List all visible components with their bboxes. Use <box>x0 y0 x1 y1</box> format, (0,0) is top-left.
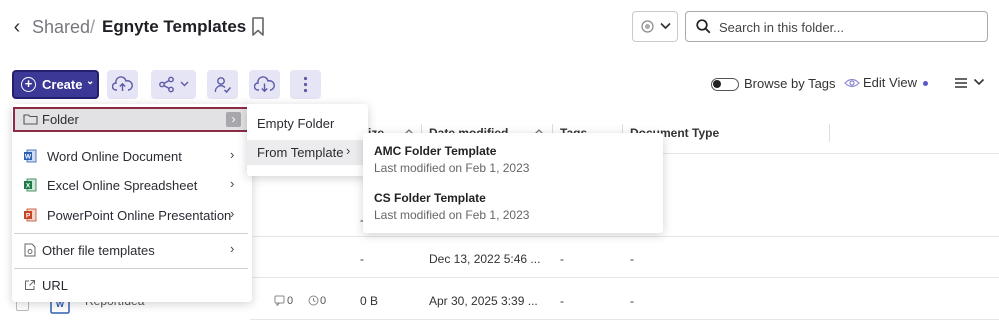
template-item-date: Last modified on Feb 1, 2023 <box>374 161 530 175</box>
create-menu <box>12 104 252 302</box>
upload-button[interactable] <box>107 70 138 99</box>
breadcrumb-separator: / <box>90 17 96 37</box>
table-cell-size: - <box>360 252 364 266</box>
menu-item-excel-label[interactable]: Excel Online Spreadsheet <box>47 178 197 193</box>
menu-item-word-label[interactable]: Word Online Document <box>47 149 182 164</box>
bookmark-icon[interactable] <box>250 16 266 38</box>
svg-text:W: W <box>25 154 32 161</box>
folder-icon <box>23 114 38 125</box>
search-input[interactable] <box>719 17 979 37</box>
submenu-item-from-template-label: From Template <box>257 145 344 160</box>
back-icon[interactable]: ‹ <box>8 14 26 40</box>
search-icon <box>696 19 711 34</box>
row-divider <box>250 277 999 278</box>
excel-icon: X <box>24 178 37 192</box>
chevron-down-icon <box>660 22 671 30</box>
chevron-right-icon: › <box>226 112 241 127</box>
menu-item-other-templates-label[interactable]: Other file templates <box>42 243 155 258</box>
share-icon <box>159 76 174 93</box>
request-access-button[interactable] <box>207 70 238 99</box>
share-button[interactable] <box>151 70 196 99</box>
chevron-right-icon: › <box>230 241 235 256</box>
plus-icon: + <box>21 77 36 92</box>
filter-icon <box>641 20 654 33</box>
menu-divider <box>14 233 248 234</box>
template-item-name[interactable]: CS Folder Template <box>374 191 486 205</box>
cloud-download-icon <box>254 76 275 93</box>
table-cell-size: 0 B <box>360 294 379 308</box>
edit-view-button[interactable]: Edit View <box>863 75 917 90</box>
more-vertical-icon <box>303 76 308 93</box>
row-divider <box>250 319 999 320</box>
template-item-date: Last modified on Feb 1, 2023 <box>374 208 530 222</box>
breadcrumb-shared[interactable]: Shared <box>32 14 90 40</box>
browse-by-tags-label: Browse by Tags <box>744 76 836 91</box>
template-item-name[interactable]: AMC Folder Template <box>374 144 496 158</box>
clock-icon <box>308 295 319 306</box>
submenu-item-empty-folder[interactable]: Empty Folder <box>257 116 334 131</box>
search-box <box>685 11 988 42</box>
row-divider <box>250 236 999 237</box>
svg-text:P: P <box>26 213 31 220</box>
edit-view-indicator-dot <box>923 81 928 86</box>
chevron-down-icon: ⌄ <box>86 76 95 87</box>
comment-count: 0 <box>287 295 294 307</box>
table-cell-tags: - <box>560 294 564 308</box>
table-cell-date: Apr 30, 2025 3:39 ... <box>429 294 538 308</box>
external-link-icon <box>25 280 35 290</box>
version-count: 0 <box>320 295 327 307</box>
chevron-right-icon: › <box>230 147 235 162</box>
cloud-upload-icon <box>112 76 133 91</box>
chevron-right-icon: › <box>230 176 235 191</box>
menu-item-url-label[interactable]: URL <box>42 278 68 293</box>
view-selector[interactable] <box>632 11 678 42</box>
eye-icon <box>844 78 860 88</box>
download-button[interactable] <box>249 70 280 99</box>
create-label: Create <box>42 77 83 92</box>
chevron-down-icon <box>180 81 189 87</box>
table-cell-type: - <box>630 252 634 266</box>
menu-item-powerpoint-label[interactable]: PowerPoint Online Presentation <box>47 208 231 223</box>
menu-item-folder-label: Folder <box>42 112 79 127</box>
toggle-knob <box>713 80 721 88</box>
create-button[interactable]: + Create ⌄ <box>12 70 99 99</box>
page-title: Egnyte Templates <box>102 17 247 36</box>
table-cell-tags: - <box>560 252 564 266</box>
table-cell-date: Dec 13, 2022 5:46 ... <box>429 252 541 266</box>
word-icon: W <box>24 149 37 163</box>
user-check-icon <box>214 77 232 94</box>
svg-text:X: X <box>26 183 31 190</box>
comment-icon <box>274 295 285 306</box>
file-template-icon <box>24 243 36 257</box>
chevron-right-icon: › <box>346 143 351 158</box>
chevron-right-icon: › <box>230 206 235 221</box>
browse-by-tags-toggle[interactable] <box>711 78 739 91</box>
table-cell-type: - <box>630 294 634 308</box>
list-view-icon[interactable] <box>954 78 968 88</box>
column-divider <box>829 124 830 142</box>
more-options-button[interactable] <box>290 70 321 99</box>
chevron-down-icon[interactable] <box>973 76 985 88</box>
powerpoint-icon: P <box>24 208 37 222</box>
menu-divider <box>14 268 248 269</box>
